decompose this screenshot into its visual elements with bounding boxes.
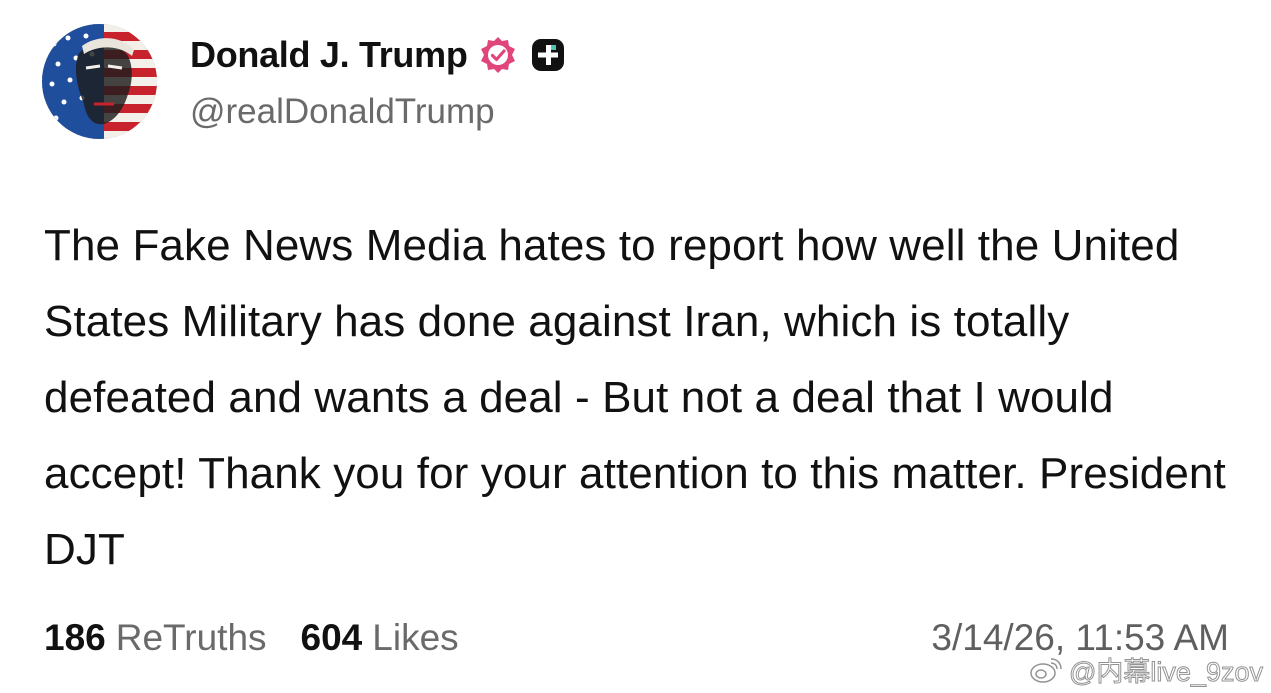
plus-badge-icon	[528, 35, 568, 75]
post-card: Donald J. Trump @realDonaldTrump The Fak…	[0, 0, 1271, 693]
likes-count: 604	[300, 617, 363, 658]
retruths-label: ReTruths	[115, 617, 267, 658]
watermark: @内幕live_9zov	[1029, 650, 1263, 689]
avatar[interactable]	[42, 24, 157, 139]
retruths-stat[interactable]: 186 ReTruths	[44, 617, 267, 659]
author-name-row: Donald J. Trump	[190, 30, 568, 80]
likes-label: Likes	[372, 617, 459, 658]
flag-portrait-avatar-icon	[42, 24, 157, 139]
watermark-text: @内幕live_9zov	[1069, 657, 1264, 688]
author-handle[interactable]: @realDonaldTrump	[190, 92, 495, 132]
weibo-icon	[1029, 655, 1063, 685]
likes-stat[interactable]: 604 Likes	[301, 617, 459, 659]
post-text: The Fake News Media hates to report how …	[44, 221, 1226, 574]
verified-badge-icon	[478, 35, 518, 75]
retruths-count: 186	[44, 617, 106, 658]
author-display-name[interactable]: Donald J. Trump	[190, 34, 468, 76]
